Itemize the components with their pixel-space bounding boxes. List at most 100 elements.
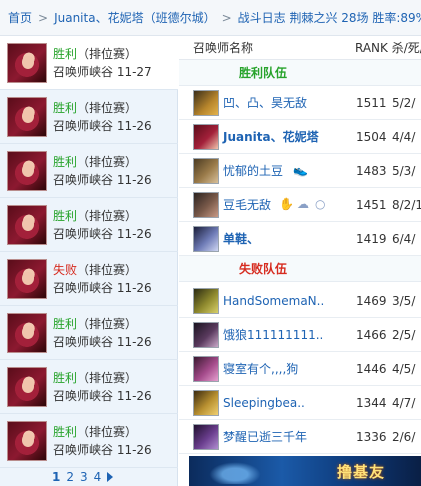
player-rank: 1336 [356, 429, 387, 444]
player-rank: 1469 [356, 293, 387, 308]
winning-team-label: 胜利队伍 [239, 66, 288, 80]
match-item[interactable]: 胜利（排位赛） 召唤师峡谷 11-26 [0, 90, 178, 144]
player-kda: 4/4/ [392, 129, 416, 144]
player-name-link[interactable]: 凹、凸、昊无敌 [223, 94, 307, 111]
match-result: 胜利 [53, 100, 78, 115]
player-rank: 1446 [356, 361, 387, 376]
champion-avatar [193, 123, 219, 150]
player-row: Juanita、花妮塔 1504 4/4/ [179, 120, 421, 154]
match-item[interactable]: 胜利（排位赛） 召唤师峡谷 11-26 [0, 306, 178, 360]
champion-avatar [193, 225, 219, 252]
player-row: 单鞋、 1419 6/4/ [179, 222, 421, 256]
match-type: （排位赛） [77, 154, 138, 169]
pagination: 1 2 3 4 [52, 470, 114, 484]
match-type: （排位赛） [77, 46, 138, 61]
cloud-icon: ☁ [297, 197, 309, 211]
player-kda: 5/3/ [392, 163, 416, 178]
player-rank: 1419 [356, 231, 387, 246]
page-link-4[interactable]: 4 [94, 470, 102, 484]
match-result: 失败 [53, 262, 78, 277]
player-row: 梦醒已逝三千年 1336 2/6/ [179, 420, 421, 454]
match-type: （排位赛） [77, 208, 138, 223]
player-rank: 1466 [356, 327, 387, 342]
page-link-3[interactable]: 3 [80, 470, 88, 484]
match-type: （排位赛） [77, 370, 138, 385]
champion-avatar [193, 355, 219, 382]
match-result: 胜利 [53, 154, 78, 169]
match-item[interactable]: 失败（排位赛） 召唤师峡谷 11-26 [0, 252, 178, 306]
champion-avatar [7, 312, 47, 353]
player-row: 忧郁的土豆 👟 1483 5/3/ [179, 154, 421, 188]
match-type: （排位赛） [77, 424, 138, 439]
breadcrumb-player-link[interactable]: Juanita、花妮塔（班德尔城） [54, 9, 216, 26]
player-row: 豆毛无敌 ✋ ☁ ○ 1451 8/2/1 [179, 188, 421, 222]
page-link-2[interactable]: 2 [66, 470, 74, 484]
match-map-date: 召唤师峡谷 11-26 [53, 280, 152, 295]
column-summoner-name: 召唤师名称 [193, 41, 254, 55]
match-map-date: 召唤师峡谷 11-26 [53, 226, 152, 241]
player-name-link[interactable]: 梦醒已逝三千年 [223, 428, 307, 445]
player-name-link[interactable]: HandSomemaN.. [223, 294, 324, 308]
player-name-link[interactable]: 饿狼111111111.. [223, 326, 323, 343]
champion-avatar [7, 420, 47, 461]
player-row: 凹、凸、昊无敌 1511 5/2/ [179, 86, 421, 120]
losing-team-header: 失败队伍 [179, 256, 421, 282]
player-name-link[interactable]: Sleepingbea.. [223, 396, 305, 410]
player-kda: 4/5/ [392, 361, 416, 376]
breadcrumb-current: 战斗日志 荆棘之兴 28场 胜率:89% [237, 11, 421, 25]
champion-avatar [193, 157, 219, 184]
player-rank: 1344 [356, 395, 387, 410]
match-map-date: 召唤师峡谷 11-26 [53, 118, 152, 133]
champion-avatar [7, 42, 47, 83]
match-history-list: 胜利（排位赛） 召唤师峡谷 11-27 胜利（排位赛） 召唤师峡谷 11-26 … [0, 36, 178, 486]
player-row: 饿狼111111111.. 1466 2/5/ [179, 318, 421, 352]
winning-team-header: 胜利队伍 [179, 60, 421, 86]
match-item[interactable]: 胜利（排位赛） 召唤师峡谷 11-27 [0, 36, 178, 90]
champion-avatar [7, 204, 47, 245]
match-item[interactable]: 胜利（排位赛） 召唤师峡谷 11-26 [0, 198, 178, 252]
champion-avatar [7, 150, 47, 191]
match-result: 胜利 [53, 208, 78, 223]
ad-banner[interactable]: 撸基友 [189, 456, 421, 486]
champion-avatar [193, 423, 219, 450]
champion-avatar [193, 321, 219, 348]
breadcrumb: 首页 > Juanita、花妮塔（班德尔城） > 战斗日志 荆棘之兴 28场 胜… [0, 0, 421, 36]
champion-avatar [7, 96, 47, 137]
player-name-link[interactable]: 豆毛无敌 [223, 196, 271, 213]
match-result: 胜利 [53, 424, 78, 439]
match-map-date: 召唤师峡谷 11-27 [53, 64, 152, 79]
column-rank-kda: RANK 杀/死/ [355, 41, 421, 55]
match-map-date: 召唤师峡谷 11-26 [53, 442, 152, 457]
match-item[interactable]: 胜利（排位赛） 召唤师峡谷 11-26 [0, 360, 178, 414]
player-rank: 1504 [356, 129, 387, 144]
player-kda: 2/6/ [392, 429, 416, 444]
player-kda: 8/2/1 [392, 197, 421, 212]
match-type: （排位赛） [77, 262, 138, 277]
player-kda: 6/4/ [392, 231, 416, 246]
triangle-right-icon[interactable] [107, 472, 114, 482]
player-name-link[interactable]: 寝室有个,,,,狗 [223, 360, 298, 377]
hand-icon: ✋ [279, 197, 294, 211]
match-type: （排位赛） [77, 316, 138, 331]
champion-avatar [7, 366, 47, 407]
match-map-date: 召唤师峡谷 11-26 [53, 172, 152, 187]
player-rank: 1483 [356, 163, 387, 178]
player-rank: 1511 [356, 95, 387, 110]
champion-avatar [193, 89, 219, 116]
player-name-link[interactable]: Juanita、花妮塔 [223, 128, 319, 145]
banner-text: 撸基友 [337, 463, 386, 481]
match-result: 胜利 [53, 316, 78, 331]
player-row: HandSomemaN.. 1469 3/5/ [179, 284, 421, 318]
match-item[interactable]: 胜利（排位赛） 召唤师峡谷 11-26 [0, 414, 178, 468]
player-name-link[interactable]: 忧郁的土豆 [223, 162, 283, 179]
player-name-link[interactable]: 单鞋、 [223, 230, 259, 247]
page-link-1[interactable]: 1 [52, 470, 60, 484]
player-row: Sleepingbea.. 1344 4/7/ [179, 386, 421, 420]
match-result: 胜利 [53, 46, 78, 61]
circle-icon: ○ [315, 197, 326, 211]
breadcrumb-home-link[interactable]: 首页 [8, 9, 32, 26]
match-result: 胜利 [53, 370, 78, 385]
player-row: 寝室有个,,,,狗 1446 4/5/ [179, 352, 421, 386]
player-kda: 5/2/ [392, 95, 416, 110]
match-item[interactable]: 胜利（排位赛） 召唤师峡谷 11-26 [0, 144, 178, 198]
